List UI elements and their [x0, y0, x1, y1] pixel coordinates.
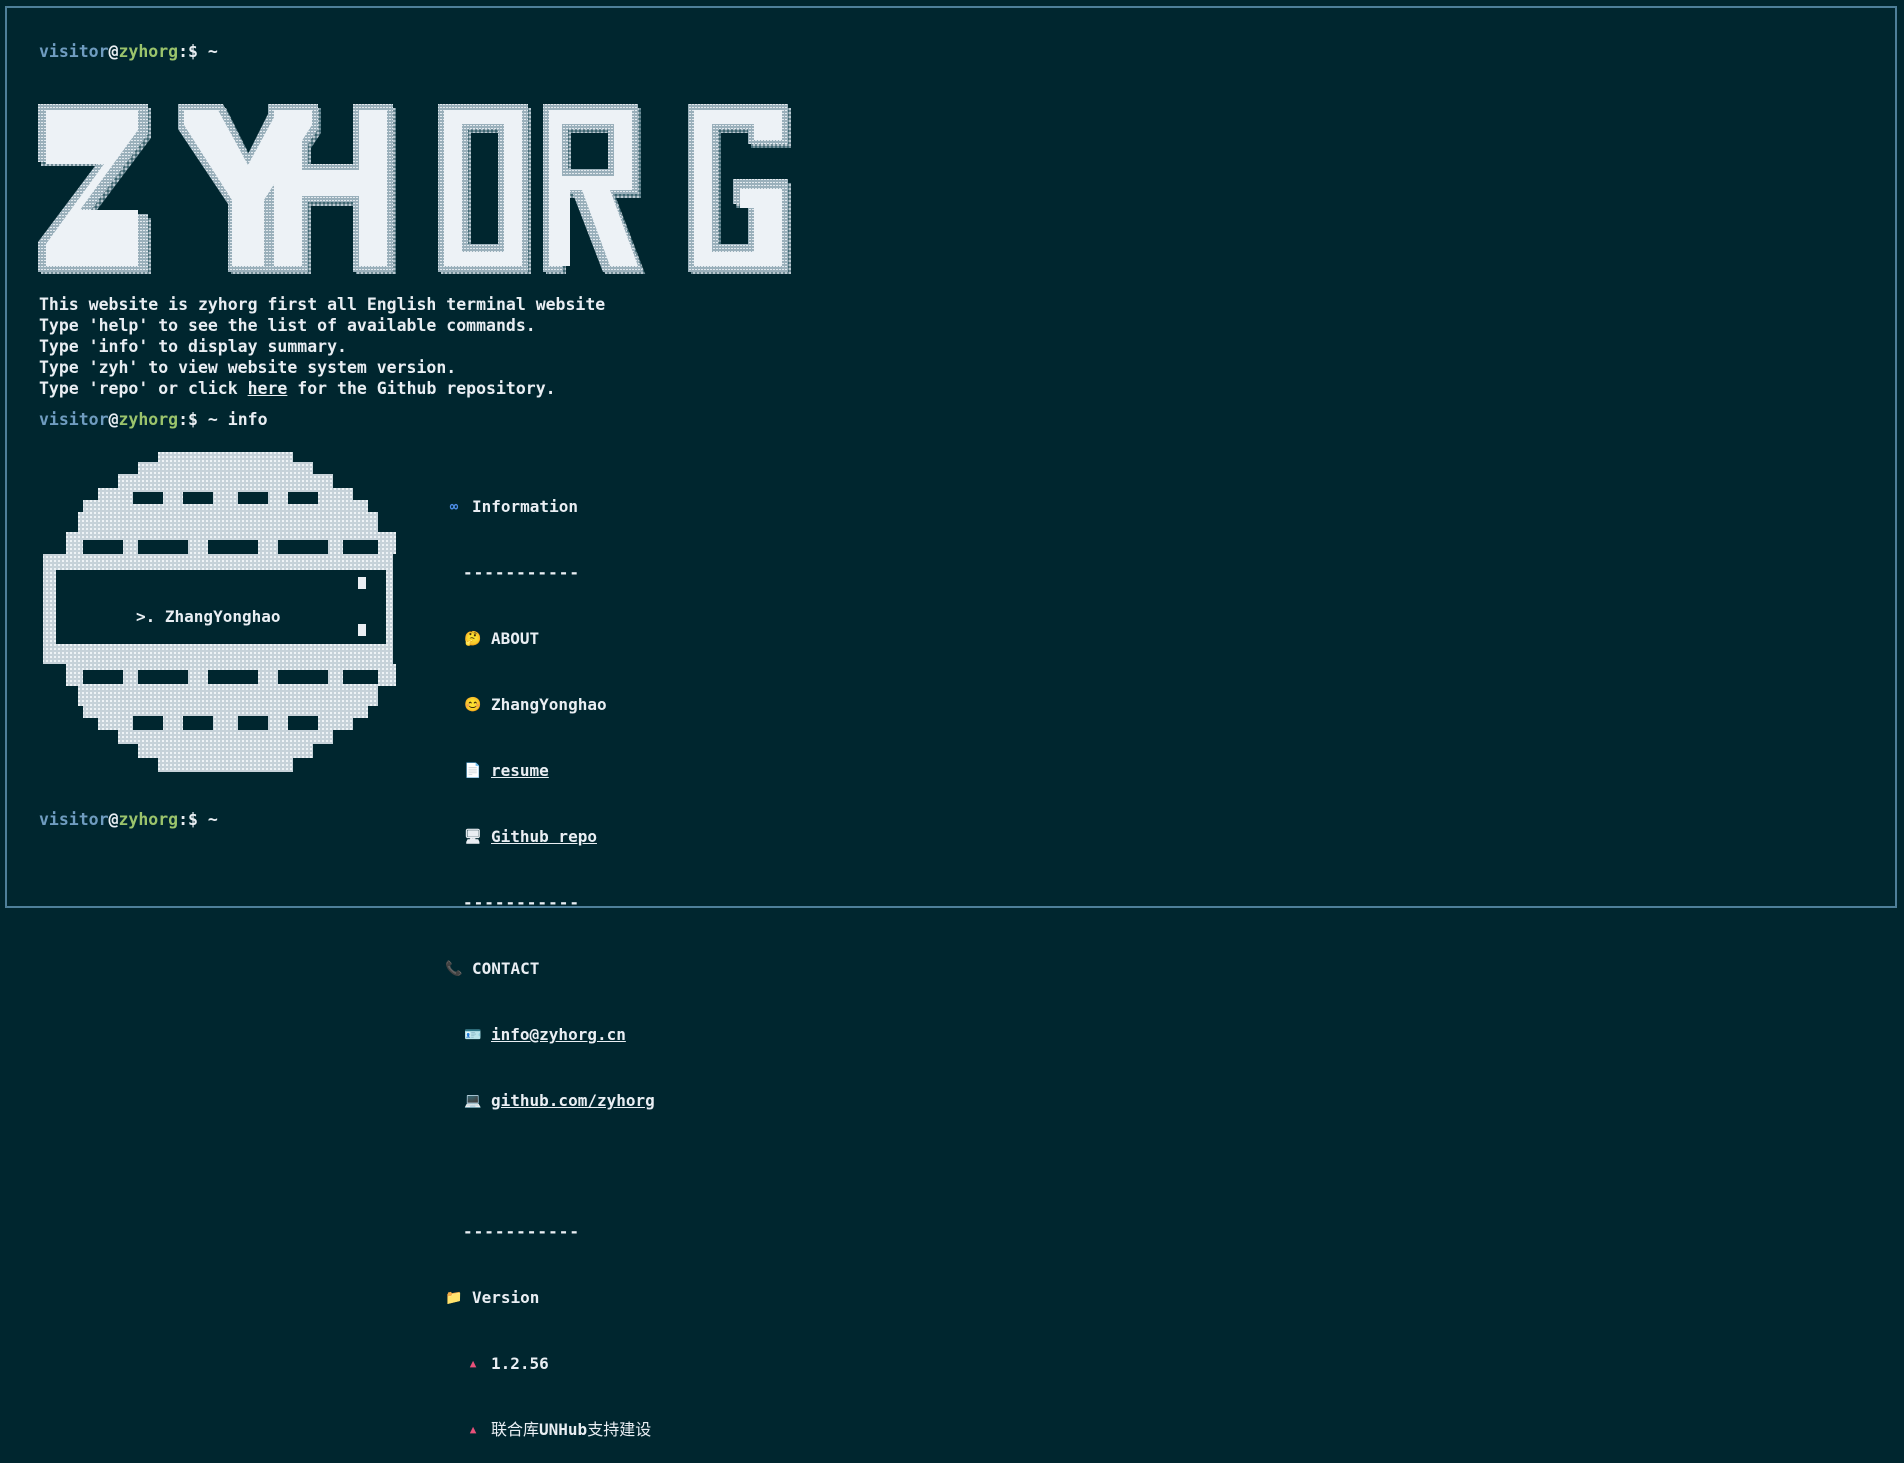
email-link[interactable]: info@zyhorg.cn [491, 1024, 626, 1046]
command-info: info [227, 410, 268, 429]
info-header: ∞ Information [444, 496, 655, 518]
infinity-icon: ∞ [449, 499, 459, 515]
prompt-at: @ [108, 42, 119, 61]
prompt-host: zyhorg [118, 42, 179, 61]
triangle-icon: ▲ [469, 1357, 477, 1370]
smiling-face-icon: 😊 [464, 697, 482, 713]
computer-icon: 🖥 [464, 829, 482, 845]
prompt-line-1: visitor@zyhorg:$ ~ [39, 42, 218, 61]
intro-line-4: Type 'zyh' to view website system versio… [39, 358, 457, 377]
hub-row: ▲ 联合库 UNHub 支持建设 [463, 1419, 655, 1441]
folder-icon: 📁 [445, 1290, 463, 1306]
github-profile-link[interactable]: github.com/zyhorg [491, 1090, 655, 1112]
email-row: 🪪 info@zyhorg.cn [463, 1024, 655, 1046]
prompt-line-3: visitor@zyhorg:$ ~ [39, 810, 218, 829]
intro-line-5: Type 'repo' or click here for the Github… [39, 379, 556, 398]
logo-text: >. ZhangYonghao [136, 607, 281, 626]
divider: ----------- [463, 1222, 580, 1241]
document-icon: 📄 [464, 763, 482, 779]
contact-header: 📞 CONTACT [445, 959, 540, 978]
id-card-icon: 🪪 [464, 1027, 482, 1043]
zyhorg-ascii-banner [38, 104, 791, 274]
github-repo-link[interactable]: Github repo [491, 826, 597, 848]
name-row: 😊 ZhangYonghao [464, 695, 607, 714]
github-profile-row: 💻 github.com/zyhorg [463, 1090, 655, 1112]
laptop-icon: 💻 [464, 1093, 482, 1109]
version-header: 📁 Version [445, 1288, 540, 1307]
resume-row: 📄 resume [463, 760, 655, 782]
intro-text: This website is zyhorg first all English… [39, 294, 605, 399]
resume-link[interactable]: resume [491, 760, 549, 782]
github-repo-here-link[interactable]: here [248, 379, 288, 398]
github-repo-row: 🖥 Github repo [463, 826, 655, 848]
intro-line-3: Type 'info' to display summary. [39, 337, 347, 356]
intro-line-1: This website is zyhorg first all English… [39, 295, 606, 314]
prompt-line-2: visitor@zyhorg:$ ~ info [39, 410, 268, 429]
triangle-icon: ▲ [469, 1423, 477, 1436]
info-panel: ∞ Information ----------- 🤔 ABOUT 😊 ZhangYo… [444, 452, 655, 1463]
prompt-suffix: :$ ~ [178, 42, 218, 61]
prompt-user: visitor [39, 42, 109, 61]
phone-icon: 📞 [445, 961, 463, 977]
intro-line-2: Type 'help' to see the list of available… [39, 316, 536, 335]
about-row: 🤔 ABOUT [464, 629, 540, 648]
divider: ----------- [463, 563, 580, 582]
thinking-face-icon: 🤔 [464, 631, 482, 647]
version-number-row: ▲ 1.2.56 [463, 1353, 655, 1375]
divider: ----------- [463, 893, 580, 912]
